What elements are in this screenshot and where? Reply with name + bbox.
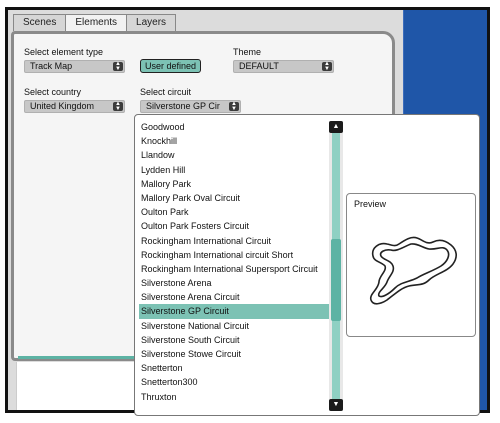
circuit-select[interactable]: Silverstone GP Cir ▲ ▼ [140,100,241,113]
list-item[interactable]: Silverstone South Circuit [139,333,331,347]
preview-panel: Preview [346,193,476,337]
list-item[interactable]: Rockingham International Circuit [139,234,331,248]
element-type-value: Track Map [30,61,73,71]
list-item[interactable]: Silverstone Stowe Circuit [139,347,331,361]
element-type-select[interactable]: Track Map ▲ ▼ [24,60,125,73]
tab-elements[interactable]: Elements [65,14,128,32]
theme-value: DEFAULT [239,61,279,71]
list-item[interactable]: Rockingham International circuit Short [139,248,331,262]
circuit-label: Select circuit [140,87,192,97]
list-item[interactable]: Knockhill [139,134,331,148]
spin-arrows-icon: ▲ ▼ [113,101,123,112]
circuit-dropdown[interactable]: Goodwood Knockhill Llandow Lydden Hill M… [134,114,480,416]
circuit-list: Goodwood Knockhill Llandow Lydden Hill M… [139,120,331,404]
list-item[interactable]: Mallory Park [139,177,331,191]
list-item[interactable]: Llandow [139,148,331,162]
list-item[interactable]: Silverstone Arena [139,276,331,290]
list-item[interactable]: Mallory Park Oval Circuit [139,191,331,205]
track-map-icon [369,236,457,305]
country-label: Select country [24,87,82,97]
list-item[interactable]: Snetterton [139,361,331,375]
list-item[interactable]: Oulton Park Fosters Circuit [139,219,331,233]
preview-label: Preview [354,199,387,209]
country-value: United Kingdom [30,101,95,111]
list-item[interactable]: Silverstone Arena Circuit [139,290,331,304]
scroll-down-arrow-icon[interactable]: ▼ [329,399,343,411]
spin-arrows-icon: ▲ ▼ [113,61,123,72]
theme-label: Theme [233,47,262,57]
spin-arrows-icon: ▲ ▼ [322,61,332,72]
list-item[interactable]: Oulton Park [139,205,331,219]
country-select[interactable]: United Kingdom ▲ ▼ [24,100,125,113]
divider-bar [18,356,146,359]
list-item[interactable]: Rockingham International Supersport Circ… [139,262,331,276]
list-item[interactable]: Goodwood [139,120,331,134]
user-defined-button[interactable]: User defined [140,59,202,73]
element-type-label: Select element type [24,47,104,57]
list-item[interactable]: Silverstone National Circuit [139,319,331,333]
tab-scenes[interactable]: Scenes [13,14,67,31]
theme-select[interactable]: DEFAULT ▲ ▼ [233,60,334,73]
circuit-value: Silverstone GP Cir [146,101,220,111]
scrollbar-thumb[interactable] [331,239,341,321]
lower-panel [16,362,145,410]
scroll-up-arrow-icon[interactable]: ▲ [329,121,343,133]
list-item[interactable]: Lydden Hill [139,163,331,177]
list-scrollbar[interactable]: ▲ ▼ [329,121,343,411]
list-item-selected[interactable]: Silverstone GP Circuit [139,304,331,319]
spin-arrows-icon: ▲ ▼ [229,101,239,112]
list-item[interactable]: Thruxton [139,390,331,404]
list-item[interactable]: Snetterton300 [139,375,331,389]
tab-bar: Scenes Elements Layers [13,14,177,32]
tab-layers[interactable]: Layers [126,14,177,31]
